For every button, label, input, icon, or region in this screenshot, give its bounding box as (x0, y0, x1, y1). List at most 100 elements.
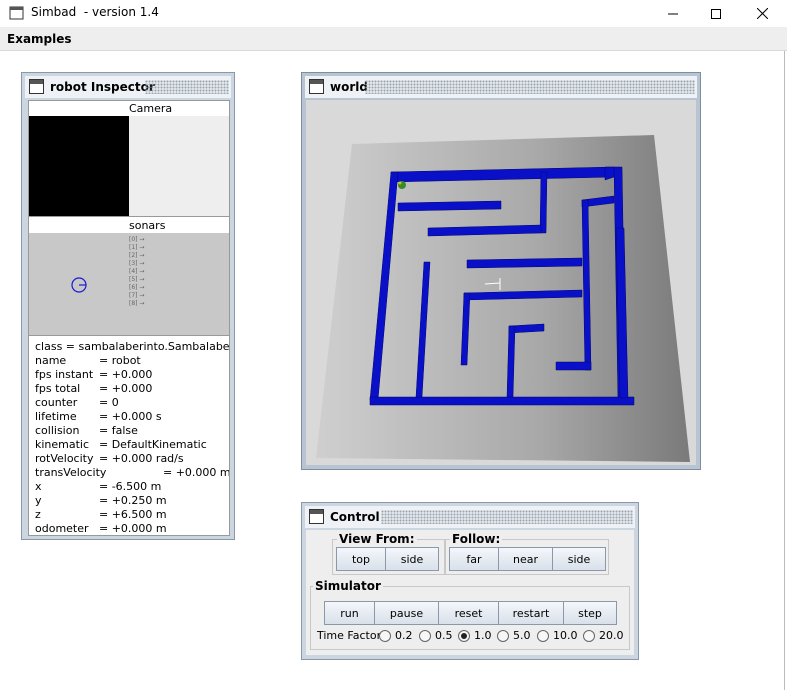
reset-button[interactable]: reset (438, 601, 499, 625)
info-key: fps instant (35, 368, 94, 381)
maximize-icon (711, 8, 721, 19)
view-top-button[interactable]: top (336, 547, 386, 571)
control-content: View From: top side Follow: far near sid… (306, 530, 634, 655)
info-key: kinematic (35, 438, 90, 451)
info-value: = +0.000 m/s (163, 466, 229, 479)
camera-view (29, 116, 129, 216)
window-title: Simbad - version 1.4 (31, 5, 159, 19)
time-factor-label: Time Factor (317, 629, 382, 642)
sonars-panel: sonars [0] → [1] → [2] → [3] → [4] → [5] → [6]… (29, 218, 229, 336)
title-grip (145, 80, 229, 94)
sonar-robot-icon (71, 277, 87, 293)
info-row: kinematic = DefaultKinematic (35, 438, 207, 451)
time-factor-option-label: 0.2 (395, 629, 413, 642)
pause-button[interactable]: pause (374, 601, 439, 625)
control-title-bar[interactable]: Control (305, 506, 635, 528)
info-row: x = -6.500 m (35, 480, 161, 493)
robot-info-panel: class = sambalaberinto.Sambalaberinto$Rn… (29, 338, 229, 536)
sonars-label: sonars (129, 219, 166, 232)
follow-near-button[interactable]: near (498, 547, 553, 571)
sonar-reading: [1] → (129, 244, 145, 251)
time-factor-radio[interactable] (537, 630, 549, 642)
sonar-reading: [2] → (129, 252, 145, 259)
sonar-readings: [0] → [1] → [2] → [3] → [4] → [5] → [6] → [7] →… (129, 236, 144, 308)
info-value: = +0.000 s (99, 410, 162, 423)
time-factor-option-label: 0.5 (435, 629, 453, 642)
simulator-label: Simulator (313, 579, 383, 593)
camera-label: Camera (129, 102, 173, 115)
info-row: lifetime = +0.000 s (35, 410, 162, 423)
info-key: collision (35, 424, 80, 437)
info-key: y (35, 494, 42, 507)
info-value: = +0.000 m (99, 522, 167, 535)
info-key: counter (35, 396, 78, 409)
info-row: collision = false (35, 424, 138, 437)
restart-button[interactable]: restart (498, 601, 564, 625)
world-3d-view[interactable] (306, 100, 696, 465)
camera-panel: Camera (29, 101, 229, 217)
world-title-bar[interactable]: world (305, 76, 697, 98)
robot-in-world (398, 181, 406, 189)
view-side-button[interactable]: side (385, 547, 439, 571)
info-row: class = sambalaberinto.Sambalaberinto$R (35, 340, 229, 353)
inspector-content: Camera sonars [0] → [1] → [2] → [3] → [4] →[… (28, 100, 230, 536)
info-value: = false (99, 424, 138, 437)
info-row: odometer = +0.000 m (35, 522, 167, 535)
close-button[interactable] (739, 0, 785, 27)
follow-side-button[interactable]: side (552, 547, 606, 571)
info-key: rotVelocity (35, 452, 94, 465)
info-row: transVelocity = +0.000 m/s (35, 466, 229, 479)
info-value: = +0.000 (99, 382, 153, 395)
control-title: Control (330, 510, 380, 524)
frame-icon (29, 79, 44, 94)
maze-scene (306, 100, 696, 465)
title-bar: Simbad - version 1.4 (0, 0, 787, 27)
time-factor-radio[interactable] (583, 630, 595, 642)
sonar-reading: [8] → (129, 300, 145, 307)
info-value: = +0.000 rad/s (99, 452, 184, 465)
time-factor-option-label: 5.0 (513, 629, 531, 642)
title-grip (381, 510, 633, 524)
run-button[interactable]: run (324, 601, 375, 625)
view-from-label: View From: (337, 532, 417, 546)
info-key: class = sambalaberinto.Sambalaberinto$R (35, 340, 229, 353)
view-from-group: View From: top side (332, 532, 445, 575)
sonar-reading: [4] → (129, 268, 145, 275)
info-value: = +6.500 m (99, 508, 167, 521)
info-row: fps instant = +0.000 (35, 368, 152, 381)
info-row: y = +0.250 m (35, 494, 167, 507)
time-factor-radio[interactable] (419, 630, 431, 642)
inspector-title-bar[interactable]: robot Inspector (25, 76, 231, 98)
info-row: name = robot (35, 354, 141, 367)
time-factor-option-label: 1.0 (474, 629, 492, 642)
sonar-reading: [7] → (129, 292, 145, 299)
info-value: = +0.250 m (99, 494, 167, 507)
info-row: rotVelocity = +0.000 rad/s (35, 452, 184, 465)
info-value: = -6.500 m (99, 480, 162, 493)
title-grip (365, 80, 695, 94)
info-value: = robot (99, 354, 141, 367)
minimize-button[interactable] (650, 0, 696, 27)
time-factor-radio[interactable] (458, 630, 470, 642)
maximize-button[interactable] (693, 0, 739, 27)
frame-icon (309, 509, 324, 524)
follow-far-button[interactable]: far (449, 547, 499, 571)
menu-bar: Examples (0, 27, 787, 51)
follow-group: Follow: far near side (445, 532, 609, 575)
inspector-title: robot Inspector (50, 80, 155, 94)
info-key: z (35, 508, 41, 521)
sonar-reading: [5] → (129, 276, 145, 283)
time-factor-option-label: 20.0 (599, 629, 624, 642)
info-value: = +0.000 (99, 368, 153, 381)
time-factor-radio[interactable] (379, 630, 391, 642)
menu-examples[interactable]: Examples (7, 32, 72, 46)
close-icon (756, 8, 768, 19)
info-row: counter = 0 (35, 396, 119, 409)
time-factor-radio[interactable] (497, 630, 509, 642)
sonars-view: [0] → [1] → [2] → [3] → [4] → [5] → [6] → [7] →… (29, 233, 229, 335)
info-value: = 0 (99, 396, 119, 409)
robot-inspector-frame: robot Inspector Camera sonars [0] → [1] →… (21, 72, 235, 540)
info-key: odometer (35, 522, 89, 535)
step-button[interactable]: step (563, 601, 617, 625)
world-frame: world (301, 72, 701, 470)
